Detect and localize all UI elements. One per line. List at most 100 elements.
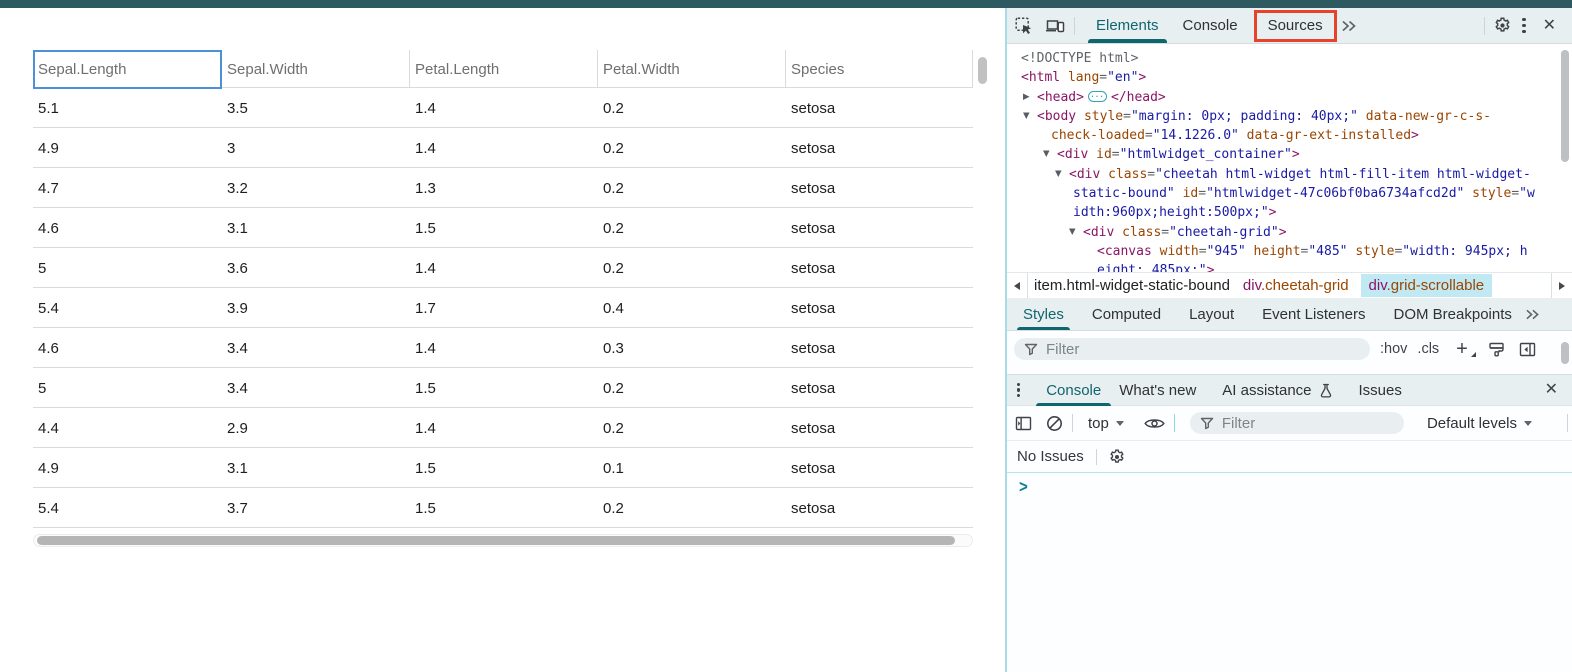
drawer-tab-issues[interactable]: Issues	[1353, 375, 1408, 405]
styles-tab-layout[interactable]: Layout	[1186, 298, 1237, 330]
create-live-expression-eye-icon[interactable]	[1144, 417, 1165, 430]
grid-horizontal-scrollbar[interactable]	[33, 534, 973, 547]
table-cell[interactable]: 0.2	[598, 488, 786, 528]
table-cell[interactable]: 2.9	[222, 408, 410, 448]
styles-scrollbar-thumb[interactable]	[1561, 342, 1569, 364]
devtools-tab-console[interactable]: Console	[1171, 8, 1250, 43]
table-cell[interactable]: 5.4	[33, 288, 222, 328]
styles-tab-event-listeners[interactable]: Event Listeners	[1259, 298, 1368, 330]
more-styles-tabs-icon[interactable]	[1525, 308, 1540, 321]
table-cell[interactable]: 3.6	[222, 248, 410, 288]
collapse-arrow-icon[interactable]: ▼	[1023, 107, 1030, 126]
drawer-tab-what-s-new[interactable]: What's new	[1113, 375, 1202, 405]
dom-tree-node[interactable]: ▶<head>···</head>	[1007, 88, 1572, 107]
table-cell[interactable]: 3.4	[222, 368, 410, 408]
element-classes-button[interactable]: .cls	[1412, 341, 1444, 357]
styles-tab-computed[interactable]: Computed	[1089, 298, 1164, 330]
table-cell[interactable]: 3.2	[222, 168, 410, 208]
collapse-arrow-icon[interactable]: ▼	[1043, 145, 1050, 164]
table-cell[interactable]: 0.2	[598, 368, 786, 408]
table-cell[interactable]: 1.4	[410, 88, 598, 128]
breadcrumb-item[interactable]: item.html-widget-static-bound	[1034, 277, 1230, 294]
table-cell[interactable]: 3	[222, 128, 410, 168]
dom-tree-node[interactable]: ▼<body style="margin: 0px; padding: 40px…	[1007, 107, 1572, 126]
table-cell[interactable]: 3.4	[222, 328, 410, 368]
table-cell[interactable]: 0.2	[598, 408, 786, 448]
rendering-brush-icon[interactable]	[1488, 342, 1505, 357]
table-cell[interactable]: 3.7	[222, 488, 410, 528]
table-cell[interactable]: 1.3	[410, 168, 598, 208]
styles-tab-dom-breakpoints[interactable]: DOM Breakpoints	[1391, 298, 1515, 330]
breadcrumb-item[interactable]: div.grid-scrollable	[1361, 274, 1493, 297]
drawer-menu-icon[interactable]	[1007, 383, 1026, 398]
table-cell[interactable]: 3.1	[222, 448, 410, 488]
table-cell[interactable]: setosa	[786, 248, 973, 288]
table-cell[interactable]: 4.6	[33, 328, 222, 368]
expand-arrow-icon[interactable]: ▶	[1023, 88, 1030, 107]
table-cell[interactable]: setosa	[786, 88, 973, 128]
inspect-element-icon[interactable]	[1015, 17, 1033, 35]
breadcrumb-item[interactable]: div.cheetah-grid	[1243, 277, 1349, 294]
table-cell[interactable]: 3.9	[222, 288, 410, 328]
close-drawer-icon[interactable]: ✕	[1539, 382, 1564, 398]
table-cell[interactable]: setosa	[786, 408, 973, 448]
dom-tree-node[interactable]: <html lang="en">	[1007, 68, 1572, 87]
column-header-species[interactable]: Species	[786, 50, 973, 88]
table-cell[interactable]: setosa	[786, 168, 973, 208]
table-cell[interactable]: 5	[33, 248, 222, 288]
table-cell[interactable]: 1.7	[410, 288, 598, 328]
toggle-sidebar-icon[interactable]	[1519, 342, 1536, 357]
drawer-tab-console[interactable]: Console	[1040, 375, 1107, 405]
devtools-tab-sources[interactable]: Sources	[1254, 10, 1337, 42]
table-cell[interactable]: 4.4	[33, 408, 222, 448]
grid-vertical-scrollbar[interactable]	[978, 57, 987, 84]
elements-tree-panel[interactable]: <!DOCTYPE html><html lang="en">▶<head>··…	[1007, 44, 1572, 272]
table-cell[interactable]: 4.7	[33, 168, 222, 208]
table-cell[interactable]: 0.2	[598, 168, 786, 208]
grid-horizontal-scrollbar-thumb[interactable]	[37, 536, 955, 545]
drawer-tab-ai-assistance[interactable]: AI assistance	[1216, 375, 1338, 405]
table-cell[interactable]: 1.5	[410, 488, 598, 528]
dom-tree-node[interactable]: <canvas width="945" height="485" style="…	[1007, 242, 1572, 261]
toggle-element-state-button[interactable]: :hov	[1375, 341, 1412, 357]
table-cell[interactable]: setosa	[786, 448, 973, 488]
table-cell[interactable]: setosa	[786, 128, 973, 168]
table-cell[interactable]: setosa	[786, 328, 973, 368]
devtools-tab-elements[interactable]: Elements	[1084, 8, 1171, 43]
table-cell[interactable]: setosa	[786, 368, 973, 408]
issues-status-text[interactable]: No Issues	[1017, 448, 1084, 465]
log-levels-dropdown[interactable]: Default levels	[1421, 415, 1538, 432]
table-cell[interactable]: 4.6	[33, 208, 222, 248]
table-cell[interactable]: 5.4	[33, 488, 222, 528]
dom-tree-node[interactable]: static-bound" id="htmlwidget-47c06bf0ba6…	[1007, 184, 1572, 203]
inline-expand-icon[interactable]: ···	[1088, 91, 1107, 102]
table-cell[interactable]: 1.5	[410, 448, 598, 488]
dom-tree-node[interactable]: idth:960px;height:500px;">	[1007, 203, 1572, 222]
table-cell[interactable]: 1.5	[410, 368, 598, 408]
table-cell[interactable]: 3.1	[222, 208, 410, 248]
table-cell[interactable]: 0.2	[598, 128, 786, 168]
table-cell[interactable]: 4.9	[33, 128, 222, 168]
styles-filter-input[interactable]: Filter	[1014, 338, 1370, 360]
table-cell[interactable]: setosa	[786, 488, 973, 528]
elements-scrollbar-thumb[interactable]	[1561, 50, 1569, 162]
collapse-arrow-icon[interactable]: ▼	[1055, 165, 1062, 184]
selected-header-cell-outline[interactable]	[33, 50, 222, 89]
dom-tree-node[interactable]: <!DOCTYPE html>	[1007, 49, 1572, 68]
table-cell[interactable]: 5.1	[33, 88, 222, 128]
console-sidebar-icon[interactable]	[1015, 416, 1032, 431]
console-prompt[interactable]: >	[1007, 473, 1572, 501]
dom-tree-node[interactable]: ▼<div class="cheetah-grid">	[1007, 223, 1572, 242]
device-toolbar-icon[interactable]	[1045, 18, 1065, 34]
new-style-rule-button[interactable]: +	[1450, 338, 1474, 361]
table-cell[interactable]: 3.5	[222, 88, 410, 128]
console-settings-gear-icon[interactable]	[1109, 449, 1125, 465]
styles-tab-styles[interactable]: Styles	[1020, 298, 1067, 330]
table-cell[interactable]: 0.2	[598, 88, 786, 128]
table-cell[interactable]: 4.9	[33, 448, 222, 488]
table-cell[interactable]: 1.4	[410, 248, 598, 288]
dom-tree-node[interactable]: ▼<div class="cheetah html-widget html-fi…	[1007, 165, 1572, 184]
table-cell[interactable]: 1.4	[410, 328, 598, 368]
table-cell[interactable]: 0.3	[598, 328, 786, 368]
dom-tree-node[interactable]: check-loaded="14.1226.0" data-gr-ext-ins…	[1007, 126, 1572, 145]
